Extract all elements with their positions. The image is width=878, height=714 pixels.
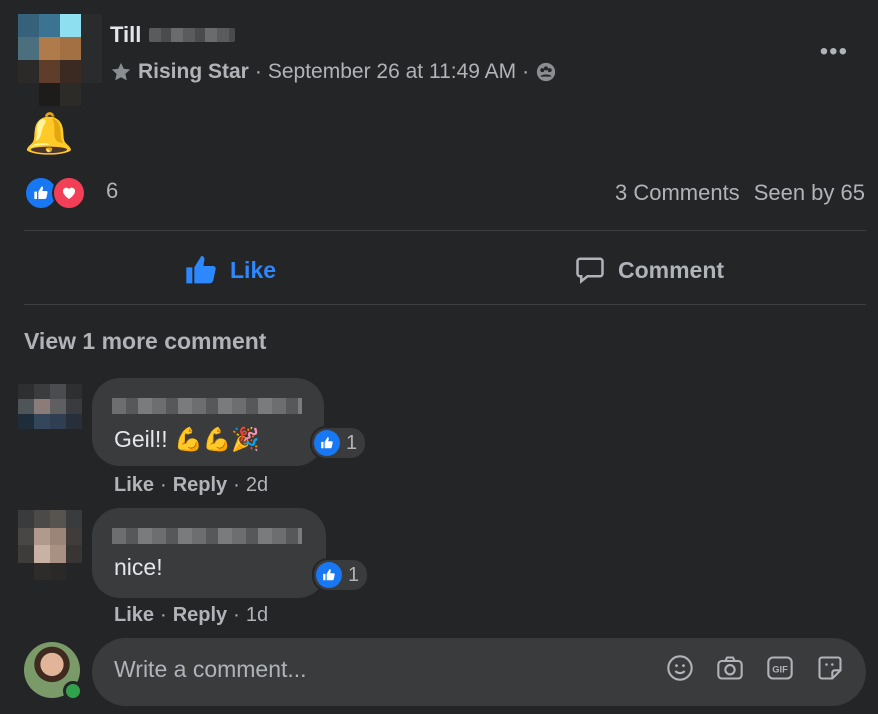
like-reaction-icon <box>314 430 340 456</box>
comment-bubble[interactable] <box>92 508 326 598</box>
redacted-surname <box>149 28 236 42</box>
comment-age[interactable]: 2d <box>246 474 268 497</box>
gif-icon[interactable]: GIF <box>766 654 794 682</box>
comment-reaction-badge[interactable]: 1 <box>310 426 368 460</box>
like-button[interactable]: Like <box>184 250 276 290</box>
rising-star-icon <box>110 61 132 83</box>
comment-like-link[interactable]: Like <box>114 474 154 497</box>
camera-icon[interactable] <box>716 654 744 682</box>
divider <box>24 304 866 305</box>
emoji-icon[interactable] <box>666 654 694 682</box>
separator: · <box>233 474 240 496</box>
svg-text:GIF: GIF <box>772 665 788 675</box>
separator: · <box>160 604 167 626</box>
reaction-count[interactable]: 6 <box>106 178 118 204</box>
comment-bubble-icon <box>574 255 606 285</box>
reaction-summary[interactable] <box>24 176 86 210</box>
seen-by-count[interactable]: Seen by 65 <box>754 180 865 206</box>
like-reaction-icon <box>316 562 342 588</box>
online-status-indicator <box>63 681 83 701</box>
comment-text: nice! <box>114 554 163 580</box>
comment-like-link[interactable]: Like <box>114 604 154 627</box>
comments-count[interactable]: 3 Comments <box>615 180 740 206</box>
separator: · <box>254 60 262 83</box>
separator: · <box>522 60 530 83</box>
comment-input-placeholder[interactable]: Write a comment... <box>114 656 307 683</box>
post-content-bell: 🔔 <box>24 112 74 156</box>
comment-reply-link[interactable]: Reply <box>173 604 227 627</box>
badge-label[interactable]: Rising Star <box>138 60 249 84</box>
post-timestamp[interactable]: September 26 at 11:49 AM <box>268 60 516 84</box>
redacted-commenter-name <box>112 398 302 414</box>
comment-age[interactable]: 1d <box>246 604 268 627</box>
divider <box>24 230 866 231</box>
audience-group-icon[interactable] <box>535 61 557 83</box>
sticker-icon[interactable] <box>816 654 844 682</box>
comment-reaction-count: 1 <box>348 563 360 586</box>
comment-reply-link[interactable]: Reply <box>173 474 227 497</box>
separator: · <box>160 474 167 496</box>
commenter-avatar[interactable] <box>18 510 82 580</box>
author-avatar[interactable] <box>18 14 102 106</box>
separator: · <box>233 604 240 626</box>
comment-reaction-count: 1 <box>346 431 358 454</box>
redacted-commenter-name <box>112 528 302 544</box>
thumbs-up-icon <box>184 254 218 286</box>
comment-button[interactable]: Comment <box>574 250 724 290</box>
comment-label: Comment <box>618 256 725 283</box>
commenter-avatar[interactable] <box>18 384 82 444</box>
comment-text: Geil!! 💪💪🎉 <box>114 426 260 452</box>
like-label: Like <box>230 256 277 283</box>
comment-reaction-badge[interactable]: 1 <box>312 558 370 592</box>
more-options-icon[interactable]: ••• <box>820 38 848 66</box>
love-reaction-icon <box>52 176 86 210</box>
view-more-comments-link[interactable]: View 1 more comment <box>24 328 266 355</box>
author-name[interactable]: Till <box>110 22 141 48</box>
